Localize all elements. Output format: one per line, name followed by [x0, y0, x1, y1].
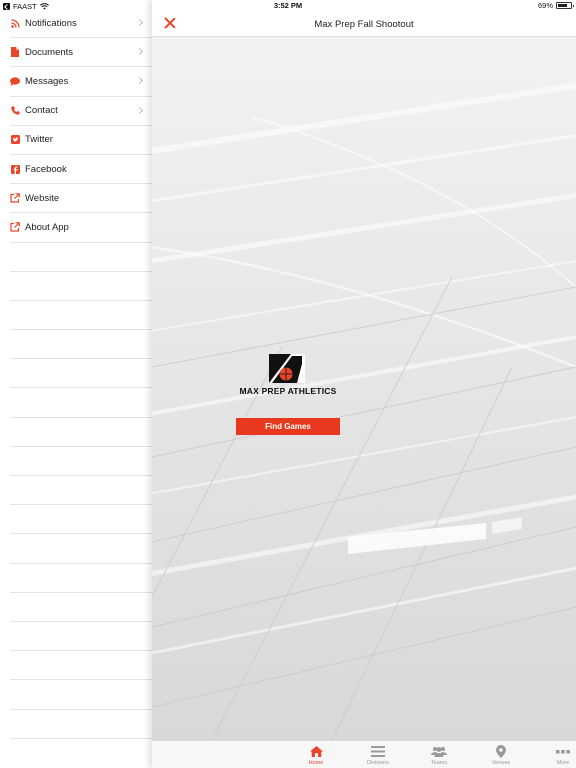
brand-name: MAX PREP ATHLETICS [239, 386, 337, 396]
sidebar-empty-row [10, 447, 152, 476]
tab-label: More [556, 760, 570, 766]
tab-venues[interactable]: Venues [476, 741, 526, 768]
sidebar-empty-row [10, 476, 152, 506]
sidebar-item-documents[interactable]: Documents [10, 38, 152, 68]
tab-label: Teams [430, 760, 448, 766]
sidebar-empty-row [10, 622, 152, 652]
twitter-icon [10, 135, 20, 145]
sidebar-item-label: Contact [25, 105, 58, 117]
sidebar-item-label: Messages [25, 75, 69, 87]
navigation-bar: Max Prep Fall Shootout [152, 12, 576, 37]
page-title: Max Prep Fall Shootout [314, 19, 414, 30]
sidebar-item-label: Website [25, 192, 60, 204]
court-floor-background-image [152, 37, 576, 740]
sidebar-item-label: Documents [25, 46, 74, 58]
status-right: 69% [537, 1, 574, 10]
main-panel: Max Prep Fall Shootout Home Divisions Te… [152, 0, 576, 768]
sidebar-item-notifications[interactable]: Notifications [10, 9, 152, 39]
chevron-right-icon [135, 106, 144, 114]
sidebar-empty-row [10, 301, 152, 331]
battery-icon [556, 2, 574, 9]
sidebar-empty-row [10, 710, 152, 739]
phone-icon [10, 106, 20, 116]
sidebar-item-label: Facebook [25, 163, 67, 175]
tab-more[interactable]: More [538, 741, 576, 768]
sidebar-empty-row [10, 359, 152, 389]
rss-icon [10, 18, 20, 28]
home-icon [309, 743, 323, 760]
chevron-right-icon [135, 18, 144, 27]
hero-background [152, 37, 576, 740]
tab-home[interactable]: Home [291, 741, 341, 768]
sidebar-empty-row [10, 651, 152, 681]
sidebar-empty-row [10, 388, 152, 418]
sidebar-item-label: Twitter [25, 134, 53, 146]
sidebar-item-website[interactable]: Website [10, 184, 152, 214]
sidebar-empty-row [10, 330, 152, 360]
chat-bubble-icon [10, 76, 20, 86]
status-bar: FAAST 3:52 PM 69% [0, 0, 576, 12]
sidebar-empty-row [10, 564, 152, 593]
battery-percent: 69% [537, 1, 553, 10]
more-icon [556, 743, 570, 760]
sidebar-item-label: About App [25, 221, 69, 233]
people-icon [431, 743, 447, 760]
tab-label: Home [308, 760, 324, 766]
tab-label: Venues [491, 760, 511, 766]
chevron-right-icon [135, 48, 144, 56]
sidebar-empty-row [10, 505, 152, 535]
sidebar-menu: Notifications Documents Messages Contact… [0, 9, 152, 768]
tab-teams[interactable]: Teams [414, 741, 464, 768]
list-icon [371, 743, 385, 760]
tab-divisions[interactable]: Divisions [353, 741, 403, 768]
facebook-icon [10, 164, 20, 174]
sidebar-item-contact[interactable]: Contact [10, 97, 152, 126]
sidebar-empty-row [10, 680, 152, 710]
sidebar-empty-row [10, 593, 152, 622]
sidebar-item-about-app[interactable]: About App [10, 213, 152, 243]
external-link-icon [10, 222, 20, 233]
sidebar-item-twitter[interactable]: Twitter [10, 126, 152, 155]
external-link-icon [10, 193, 20, 203]
sidebar-empty-row [10, 243, 152, 272]
sidebar-item-facebook[interactable]: Facebook [10, 155, 152, 185]
bottom-tab-bar: Home Divisions Teams Venues More [152, 740, 576, 768]
sidebar-empty-row [10, 418, 152, 447]
tab-label: Divisions [366, 760, 389, 766]
sidebar-empty-row [10, 534, 152, 564]
sidebar-item-messages[interactable]: Messages [10, 67, 152, 97]
document-icon [10, 47, 20, 58]
sidebar-empty-row [10, 272, 152, 301]
map-pin-icon [496, 743, 506, 760]
sidebar-item-label: Notifications [25, 17, 77, 29]
chevron-right-icon [135, 77, 144, 85]
max-prep-logo-icon [269, 354, 305, 383]
find-games-button[interactable]: Find Games [236, 418, 340, 435]
status-time: 3:52 PM [273, 1, 303, 10]
